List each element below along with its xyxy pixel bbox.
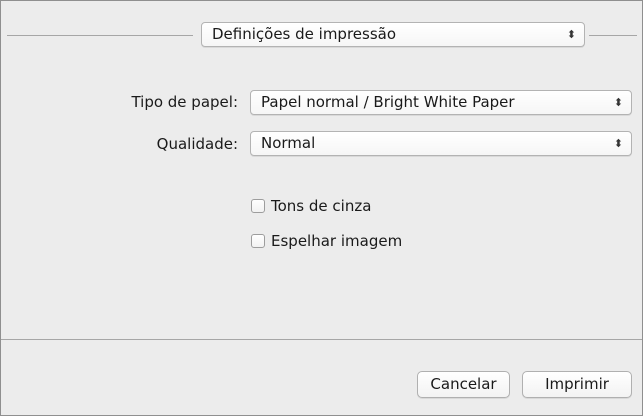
- grayscale-label: Tons de cinza: [271, 197, 372, 215]
- quality-label: Qualidade:: [156, 135, 238, 153]
- header-separator-right: [589, 35, 637, 36]
- mirror-image-checkbox[interactable]: [251, 234, 265, 248]
- mirror-image-option[interactable]: Espelhar imagem: [251, 231, 451, 251]
- header-separator-left: [7, 35, 193, 36]
- print-button[interactable]: Imprimir: [522, 371, 632, 398]
- paper-type-value: Papel normal / Bright White Paper: [261, 93, 515, 111]
- print-dialog: Definições de impressão ⬍ Tipo de papel:…: [0, 0, 643, 416]
- updown-arrows-icon: ⬍: [613, 96, 623, 109]
- grayscale-checkbox[interactable]: [251, 199, 265, 213]
- cancel-button[interactable]: Cancelar: [417, 371, 510, 398]
- paper-type-popup[interactable]: Papel normal / Bright White Paper ⬍: [250, 90, 632, 115]
- quality-value: Normal: [261, 134, 316, 152]
- mirror-image-label: Espelhar imagem: [271, 232, 403, 250]
- quality-popup[interactable]: Normal ⬍: [250, 131, 632, 156]
- updown-arrows-icon: ⬍: [566, 28, 576, 41]
- preset-popup[interactable]: Definições de impressão ⬍: [201, 22, 585, 47]
- footer-separator: [1, 339, 642, 340]
- paper-type-label: Tipo de papel:: [131, 93, 238, 111]
- preset-popup-value: Definições de impressão: [212, 25, 397, 43]
- grayscale-option[interactable]: Tons de cinza: [251, 196, 451, 216]
- updown-arrows-icon: ⬍: [613, 137, 623, 150]
